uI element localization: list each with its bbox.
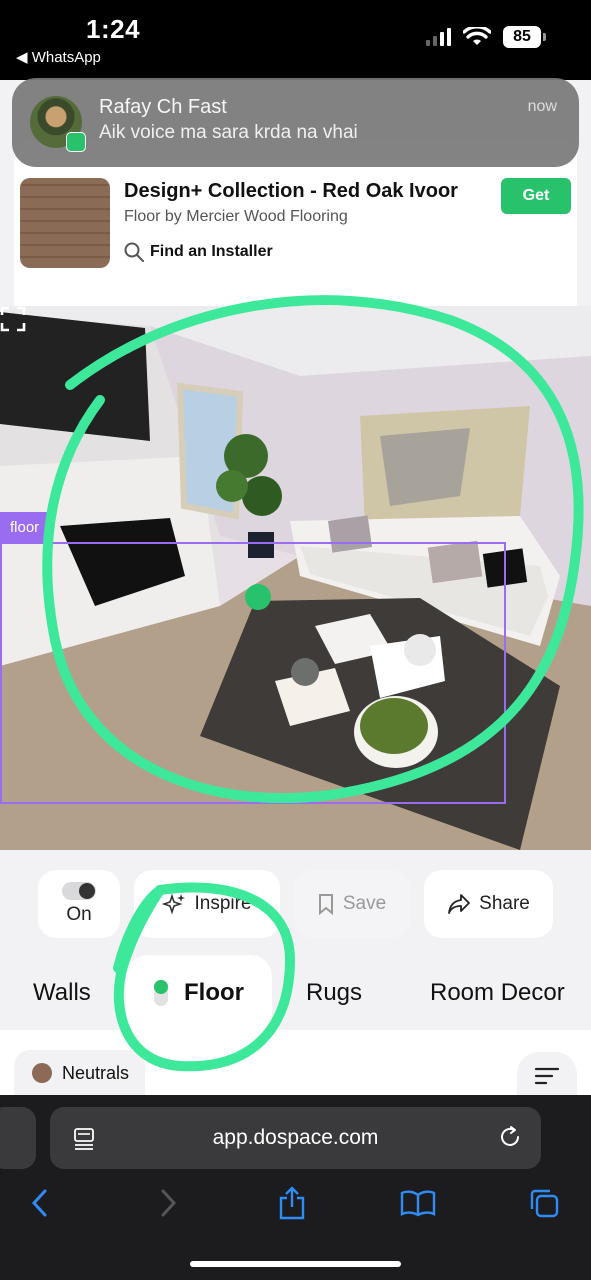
wifi-icon [463, 27, 491, 45]
notification-sender: Rafay Ch Fast [99, 96, 227, 118]
tab-floor-label: Floor [184, 978, 244, 1006]
fullscreen-icon[interactable] [0, 306, 26, 332]
share-icon[interactable] [272, 1183, 312, 1223]
on-label: On [66, 904, 92, 925]
tab-room-decor[interactable]: Room Decor [430, 955, 565, 1030]
visualizer-toolbar: On Inspire Save Share [0, 850, 591, 955]
url-text: app.dospace.com [212, 1126, 379, 1149]
browser-nav [0, 1183, 591, 1233]
sparkle-icon [162, 893, 186, 915]
bookmark-icon [318, 894, 333, 915]
find-installer-label: Find an Installer [150, 243, 273, 260]
save-label: Save [342, 893, 387, 914]
status-bar: 1:24 ◀ WhatsApp 85 [0, 0, 591, 80]
browser-toolbar: app.dospace.com [0, 1095, 591, 1280]
inspire-button[interactable]: Inspire [134, 870, 280, 938]
neutrals-filter-chip[interactable]: Neutrals [14, 1050, 146, 1095]
address-bar[interactable]: app.dospace.com [50, 1107, 541, 1169]
share-arrow-icon [448, 894, 471, 914]
page-menu-icon[interactable] [72, 1126, 96, 1150]
color-swatch [32, 1063, 52, 1083]
reload-icon[interactable] [497, 1124, 523, 1150]
notification-time: now [527, 98, 557, 115]
category-tabs: Walls Floor Rugs Room Decor [0, 955, 591, 1030]
toggle-switch-icon [62, 882, 96, 900]
chip-label: Neutrals [62, 1062, 130, 1083]
floor-detection-box [0, 542, 506, 804]
bookmarks-icon[interactable] [398, 1183, 438, 1223]
get-button[interactable]: Get [501, 178, 571, 214]
share-label: Share [479, 893, 530, 914]
tab-walls[interactable]: Walls [33, 955, 91, 1030]
sort-icon [534, 1067, 560, 1085]
filter-bar: Neutrals [0, 1030, 591, 1095]
on-toggle[interactable]: On [38, 870, 120, 938]
notification-message: Aik voice ma sara krda na vhai [99, 122, 358, 143]
cellular-signal-icon [426, 28, 451, 46]
whatsapp-icon [66, 132, 86, 152]
sort-button[interactable] [517, 1052, 577, 1095]
back-to-app-link[interactable]: ◀ WhatsApp [16, 48, 101, 66]
share-button[interactable]: Share [424, 870, 553, 938]
web-page: Design+ Collection - Red Oak Ivoor Floor… [0, 80, 591, 1095]
product-subtitle: Floor by Mercier Wood Flooring [124, 208, 348, 225]
home-indicator [190, 1261, 401, 1267]
product-thumbnail[interactable] [20, 178, 110, 268]
save-button[interactable]: Save [293, 870, 410, 938]
inspire-label: Inspire [194, 893, 252, 914]
tab-rugs[interactable]: Rugs [306, 955, 362, 1030]
back-icon[interactable] [20, 1183, 60, 1223]
find-installer-link[interactable]: Find an Installer [124, 242, 273, 262]
room-visualizer[interactable]: floor [0, 306, 591, 850]
previous-tab-peek[interactable] [0, 1107, 36, 1169]
search-icon [124, 242, 144, 262]
tabs-icon[interactable] [524, 1183, 564, 1223]
whatsapp-notification[interactable]: Rafay Ch Fast Aik voice ma sara krda na … [12, 78, 579, 167]
status-time: 1:24 [86, 14, 141, 44]
floor-detection-label: floor [0, 512, 50, 542]
forward-icon[interactable] [148, 1183, 188, 1223]
active-dot-icon [154, 979, 168, 1006]
status-indicators: 85 [426, 26, 546, 48]
tab-floor[interactable]: Floor [126, 955, 272, 1030]
product-title[interactable]: Design+ Collection - Red Oak Ivoor [124, 180, 458, 203]
battery-indicator: 85 [503, 26, 546, 48]
